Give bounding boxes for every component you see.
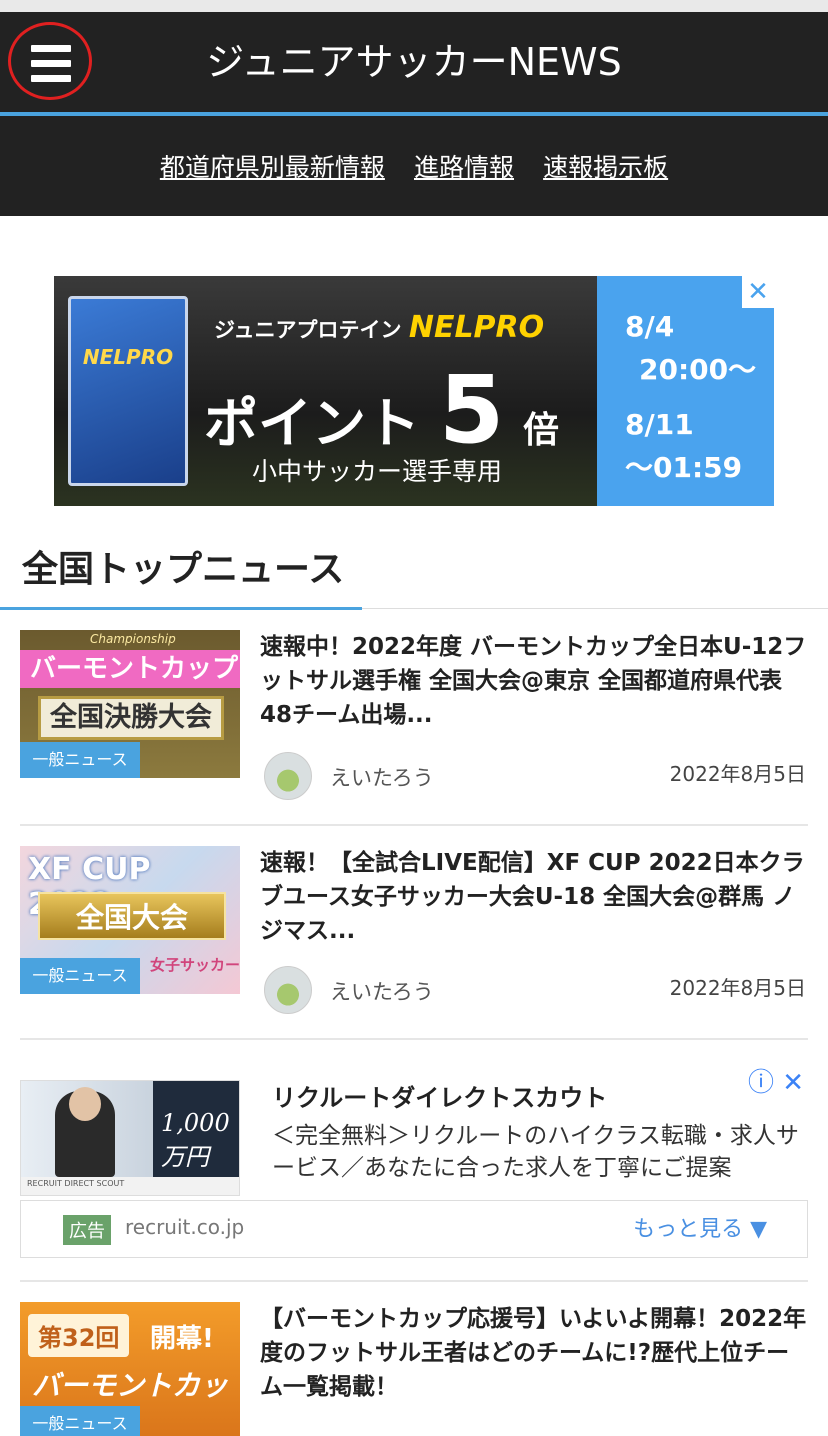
thumb-edition-text: 第32回	[28, 1314, 130, 1357]
thumb-small-text: Championship	[90, 632, 176, 646]
banner-date1: 8/4	[625, 310, 675, 343]
author-avatar	[264, 966, 312, 1014]
banner-headline-a: ポイント	[204, 392, 420, 455]
article-date: 2022年8月5日	[669, 976, 806, 1000]
menu-icon	[31, 45, 71, 52]
article-title[interactable]: 【バーモントカップ応援号】いよいよ開幕！2022年度のフットサル王者はどのチーム…	[260, 1302, 808, 1404]
article-divider	[20, 1038, 808, 1040]
ad-thumb-salary: 1,000万円	[161, 1109, 230, 1171]
article-divider	[20, 1280, 808, 1282]
thumb-gold-text: 全国大会	[38, 892, 226, 940]
category-tag[interactable]: 一般ニュース	[20, 958, 140, 994]
banner-date-panel: 8/4 20:00～ 8/11 ～01:59	[597, 276, 774, 506]
article-thumbnail[interactable]: 第32回 開幕! バーモントカップ 一般ニュース	[20, 1302, 240, 1436]
section-title: 全国トップニュース	[22, 549, 345, 590]
banner-line3: 小中サッカー選手専用	[252, 457, 503, 486]
author-name: えいたろう	[330, 766, 434, 790]
ad-banner[interactable]: NELPRO ジュニアプロテイン NELPRO ポイント 5 倍 小中サッカー選…	[54, 276, 774, 506]
ad-title[interactable]: リクルートダイレクトスカウト	[272, 1078, 607, 1113]
banner-time2: ～01:59	[625, 451, 743, 484]
nav-link-prefecture-news[interactable]: 都道府県別最新情報	[160, 153, 385, 182]
banner-line1-text: ジュニアプロテイン	[214, 318, 402, 342]
thumb-pink-text: 女子サッカー	[150, 956, 240, 974]
banner-brand: NELPRO	[408, 310, 545, 345]
banner-line1: ジュニアプロテイン NELPRO	[214, 310, 544, 345]
banner-headline: ポイント 5 倍	[204, 356, 559, 465]
banner-time1: 20:00～	[639, 353, 757, 386]
ad-more-button[interactable]: もっと見る ▼	[633, 1211, 767, 1243]
hamburger-menu-button[interactable]	[8, 22, 92, 100]
product-package-image: NELPRO	[68, 296, 188, 486]
ad-thumb-footer: RECRUIT DIRECT SCOUT	[27, 1179, 125, 1188]
package-label: NELPRO	[82, 345, 174, 369]
author-name: えいたろう	[330, 980, 434, 1004]
article-title[interactable]: 速報！【全試合LIVE配信】XF CUP 2022日本クラブユース女子サッカー大…	[260, 846, 808, 948]
ad-domain: recruit.co.jp	[125, 1215, 245, 1239]
thumb-big-text: 全国決勝大会	[38, 696, 224, 740]
category-tag[interactable]: 一般ニュース	[20, 742, 140, 778]
ad-thumb-face	[69, 1087, 101, 1121]
banner-close-icon[interactable]: ✕	[742, 276, 774, 308]
author-avatar	[264, 752, 312, 800]
sub-navigation: 都道府県別最新情報 進路情報 速報掲示板	[0, 116, 828, 216]
article-thumbnail[interactable]: Championship バーモントカップ 全国決勝大会 一般ニュース	[20, 630, 240, 778]
article-date: 2022年8月5日	[669, 762, 806, 786]
site-title[interactable]: ジュニアサッカーNEWS	[0, 12, 828, 112]
site-header: ジュニアサッカーNEWS	[0, 12, 828, 116]
nav-link-career[interactable]: 進路情報	[414, 153, 514, 182]
ad-description[interactable]: ＜完全無料＞リクルートのハイクラス転職・求人サービス／あなたに合った求人を丁寧に…	[272, 1120, 802, 1200]
menu-icon-bar	[31, 60, 71, 67]
ad-thumbnail[interactable]: 1,000万円 RECRUIT DIRECT SCOUT	[20, 1080, 240, 1196]
thumb-open-text: 開幕!	[150, 1324, 214, 1354]
ad-footer-bar[interactable]: 広告 recruit.co.jp もっと見る ▼	[20, 1200, 808, 1258]
article-thumbnail[interactable]: XF CUP 2022 全国大会 女子サッカー 一般ニュース	[20, 846, 240, 994]
ad-badge: 広告	[63, 1215, 111, 1245]
category-tag[interactable]: 一般ニュース	[20, 1406, 140, 1436]
status-strip	[0, 0, 828, 12]
thumb-pill-text: バーモントカップ	[20, 650, 240, 688]
nav-link-bulletin-board[interactable]: 速報掲示板	[543, 153, 668, 182]
ad-info-close-icon[interactable]: ⓘ ✕	[748, 1062, 804, 1099]
sponsored-ad[interactable]: 1,000万円 RECRUIT DIRECT SCOUT リクルートダイレクトス…	[0, 1062, 828, 1262]
banner-headline-c: 倍	[523, 410, 560, 451]
banner-date2: 8/11	[625, 408, 694, 441]
section-divider	[0, 607, 828, 610]
section-accent	[0, 607, 362, 610]
banner-headline-b: 5	[438, 356, 505, 465]
article-divider	[20, 824, 808, 826]
article-title[interactable]: 速報中！2022年度 バーモントカップ全日本U-12フットサル選手権 全国大会@…	[260, 630, 808, 732]
menu-icon-bar	[31, 75, 71, 82]
